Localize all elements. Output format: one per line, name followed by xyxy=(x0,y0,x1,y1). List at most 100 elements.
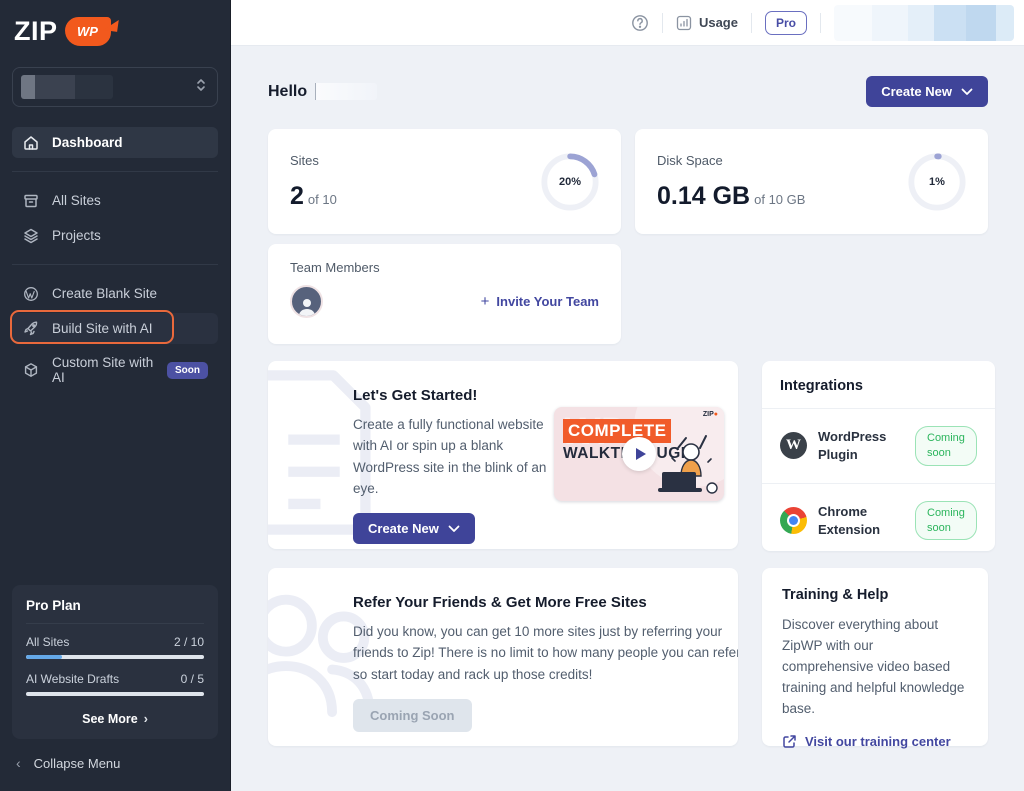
create-new-button-secondary[interactable]: Create New xyxy=(353,513,475,544)
dashboard-content: Hello Create New Sites 2of 10 xyxy=(231,46,1024,791)
usage-chart-icon xyxy=(676,15,692,31)
integrations-card: Integrations W WordPress Plugin Coming s… xyxy=(762,361,995,551)
brand-logo[interactable]: ZIP WP xyxy=(0,0,230,57)
home-icon xyxy=(22,134,39,151)
sidebar-item-label: Custom Site with AI xyxy=(52,355,154,385)
chevron-down-icon xyxy=(448,525,460,533)
thumbnail-zip-logo: ZIP● xyxy=(703,411,718,418)
sidebar-item-label: Build Site with AI xyxy=(52,321,153,336)
greeting: Hello xyxy=(268,83,377,101)
meter-ai-drafts: AI Website Drafts 0 / 5 xyxy=(26,672,204,686)
disk-usage-donut: 1% xyxy=(908,153,966,211)
stat-title: Disk Space xyxy=(657,153,805,168)
team-members-card: Team Members + Invite Your Team xyxy=(268,244,621,344)
stat-value: 0.14 GBof 10 GB xyxy=(657,182,805,211)
sidebar-item-label: Projects xyxy=(52,228,101,243)
sidebar-divider xyxy=(12,264,218,265)
stat-suffix: of 10 xyxy=(308,192,337,207)
sites-usage-donut: 20% xyxy=(541,153,599,211)
sidebar-item-projects[interactable]: Projects xyxy=(12,220,218,251)
sidebar-item-create-blank-site[interactable]: Create Blank Site xyxy=(12,278,218,309)
see-more-link[interactable]: See More › xyxy=(26,709,204,727)
middle-row: Let's Get Started! Create a fully functi… xyxy=(268,361,988,551)
team-members-row: + Invite Your Team xyxy=(290,285,599,318)
cube-icon xyxy=(22,362,39,379)
sites-stat-card: Sites 2of 10 20% xyxy=(268,129,621,234)
divider xyxy=(751,13,752,33)
avatar xyxy=(290,285,323,318)
progress-bar xyxy=(26,655,204,659)
invite-your-team-link[interactable]: + Invite Your Team xyxy=(481,293,599,310)
external-link-icon xyxy=(782,734,797,749)
sidebar-item-build-site-with-ai[interactable]: Build Site with AI xyxy=(12,313,218,344)
workspace-selector[interactable] xyxy=(12,67,218,107)
see-more-label: See More xyxy=(82,712,138,726)
sidebar-item-label: Dashboard xyxy=(52,135,123,150)
main-area: Usage Pro Hello Create New xyxy=(231,0,1024,791)
usage-label: Usage xyxy=(699,15,738,30)
greeting-text: Hello xyxy=(268,83,307,101)
page-header: Hello Create New xyxy=(268,76,988,107)
divider xyxy=(662,13,663,33)
donut-percent-label: 20% xyxy=(541,153,599,211)
stat-value: 2of 10 xyxy=(290,182,337,211)
brand-logo-zip-text: ZIP xyxy=(14,16,58,47)
meter-all-sites: All Sites 2 / 10 xyxy=(26,635,204,649)
training-center-link[interactable]: Visit our training center xyxy=(782,734,968,749)
archive-box-icon xyxy=(22,192,39,209)
stat-suffix: of 10 GB xyxy=(754,192,805,207)
sidebar: ZIP WP Dashboard All Sites xyxy=(0,0,231,791)
sidebar-item-dashboard[interactable]: Dashboard xyxy=(12,127,218,158)
integration-chrome-extension[interactable]: Chrome Extension Coming soon xyxy=(780,484,977,558)
team-members-title: Team Members xyxy=(290,260,599,275)
chevron-right-icon: › xyxy=(144,712,148,726)
sidebar-bottom: Pro Plan All Sites 2 / 10 AI Website Dra… xyxy=(0,585,230,777)
create-new-label: Create New xyxy=(368,521,439,536)
coming-soon-pill: Coming soon xyxy=(915,426,977,466)
sidebar-item-custom-site-with-ai[interactable]: Custom Site with AI Soon xyxy=(12,348,218,392)
sidebar-item-label: All Sites xyxy=(52,193,101,208)
training-link-label: Visit our training center xyxy=(805,734,951,749)
brand-logo-wp-flame-icon: WP xyxy=(65,17,111,46)
meter-label: AI Website Drafts xyxy=(26,672,119,686)
wordpress-icon: W xyxy=(780,432,807,459)
invite-label: Invite Your Team xyxy=(496,294,599,309)
refer-friends-card: Refer Your Friends & Get More Free Sites… xyxy=(268,568,738,746)
integration-wordpress-plugin[interactable]: W WordPress Plugin Coming soon xyxy=(780,409,977,483)
sidebar-nav: Dashboard All Sites Projects xyxy=(0,125,230,394)
training-help-card: Training & Help Discover everything abou… xyxy=(762,568,988,746)
sidebar-item-label: Create Blank Site xyxy=(52,286,157,301)
meter-value: 2 / 10 xyxy=(174,635,204,649)
get-started-card: Let's Get Started! Create a fully functi… xyxy=(268,361,738,549)
user-account-redacted[interactable] xyxy=(834,5,1014,41)
plan-usage-card: Pro Plan All Sites 2 / 10 AI Website Dra… xyxy=(12,585,218,739)
walkthrough-video-thumbnail[interactable]: WP COMPLETE WALKTHROUGH ZIP● xyxy=(554,407,724,501)
chevron-up-down-icon xyxy=(195,78,207,97)
integrations-title: Integrations xyxy=(780,378,977,408)
meter-value: 0 / 5 xyxy=(181,672,204,686)
get-started-body: Create a fully functional website with A… xyxy=(353,414,571,499)
chrome-icon xyxy=(780,507,807,534)
pro-plan-badge[interactable]: Pro xyxy=(765,11,807,35)
coming-soon-button: Coming Soon xyxy=(353,699,472,732)
sidebar-divider xyxy=(12,171,218,172)
collapse-menu-button[interactable]: ‹ Collapse Menu xyxy=(0,739,230,777)
progress-bar xyxy=(26,692,204,696)
help-icon[interactable] xyxy=(631,14,649,32)
refer-title: Refer Your Friends & Get More Free Sites xyxy=(353,594,724,611)
integration-name: WordPress Plugin xyxy=(818,428,904,463)
rocket-icon xyxy=(22,320,39,337)
create-new-button[interactable]: Create New xyxy=(866,76,988,107)
play-icon[interactable] xyxy=(622,437,656,471)
topbar: Usage Pro xyxy=(231,0,1024,46)
app-window: ZIP WP Dashboard All Sites xyxy=(0,0,1024,791)
meter-label: All Sites xyxy=(26,635,69,649)
user-name-redacted xyxy=(315,83,377,100)
stat-title: Sites xyxy=(290,153,337,168)
collapse-menu-label: Collapse Menu xyxy=(34,756,121,771)
divider xyxy=(26,623,204,624)
integration-name: Chrome Extension xyxy=(818,503,904,538)
divider xyxy=(820,13,821,33)
sidebar-item-all-sites[interactable]: All Sites xyxy=(12,185,218,216)
usage-button[interactable]: Usage xyxy=(676,15,738,31)
